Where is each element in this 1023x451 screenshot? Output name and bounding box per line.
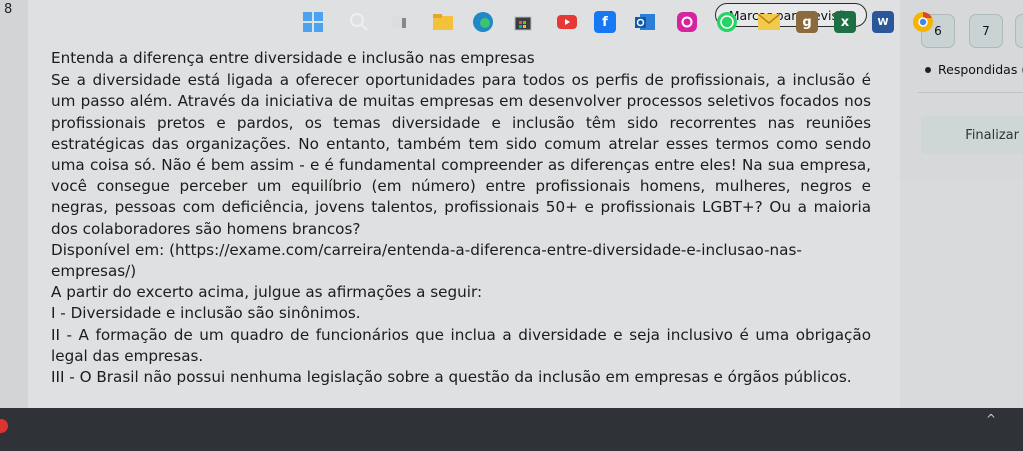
question-paragraph: Se a diversidade está ligada a oferecer … [51, 71, 871, 238]
corner-number: 8 [4, 2, 13, 17]
whatsapp-icon[interactable] [716, 11, 738, 33]
legend-divider [918, 92, 1023, 93]
edge-icon[interactable] [472, 11, 494, 33]
statement-1: I - Diversidade e inclusão são sinônimos… [51, 304, 361, 323]
instagram-icon[interactable] [676, 11, 698, 33]
question-text: Entenda a diferença entre diversidade e … [51, 48, 871, 388]
legend-answered: Respondidas (7 [925, 62, 1023, 77]
question-source: Disponível em: (https://exame.com/carrei… [51, 240, 802, 281]
outlook-icon[interactable] [634, 11, 656, 33]
search-icon[interactable] [348, 11, 370, 33]
taskbar [0, 408, 1023, 451]
finish-button[interactable]: Finalizar [921, 116, 1023, 154]
store-icon[interactable] [512, 11, 534, 33]
show-hidden-icons-chevron[interactable]: ^ [986, 412, 996, 426]
word-icon[interactable]: W [872, 11, 894, 33]
legend-answered-label: Respondidas (7 [938, 62, 1023, 77]
nav-question-next[interactable] [1015, 14, 1023, 48]
statement-2: II - A formação de um quadro de funcioná… [51, 325, 871, 365]
question-prompt: A partir do excerto acima, julgue as afi… [51, 283, 483, 302]
mail-icon[interactable] [758, 11, 780, 33]
excel-icon[interactable]: x [834, 11, 856, 33]
windows-icon[interactable] [302, 11, 324, 33]
file-explorer-icon[interactable] [432, 11, 454, 33]
task-view-icon[interactable] [388, 11, 410, 33]
left-strip: 8 [0, 0, 29, 408]
goodreads-icon[interactable]: g [796, 11, 818, 33]
question-title: Entenda a diferença entre diversidade e … [51, 49, 535, 67]
statement-3: III - O Brasil não possui nenhuma legisl… [51, 368, 852, 387]
nav-question-7[interactable]: 7 [969, 14, 1003, 48]
chrome-icon[interactable] [912, 11, 934, 33]
youtube-icon[interactable] [556, 11, 578, 33]
answered-dot-icon [925, 66, 931, 73]
facebook-icon[interactable]: f [594, 11, 616, 33]
